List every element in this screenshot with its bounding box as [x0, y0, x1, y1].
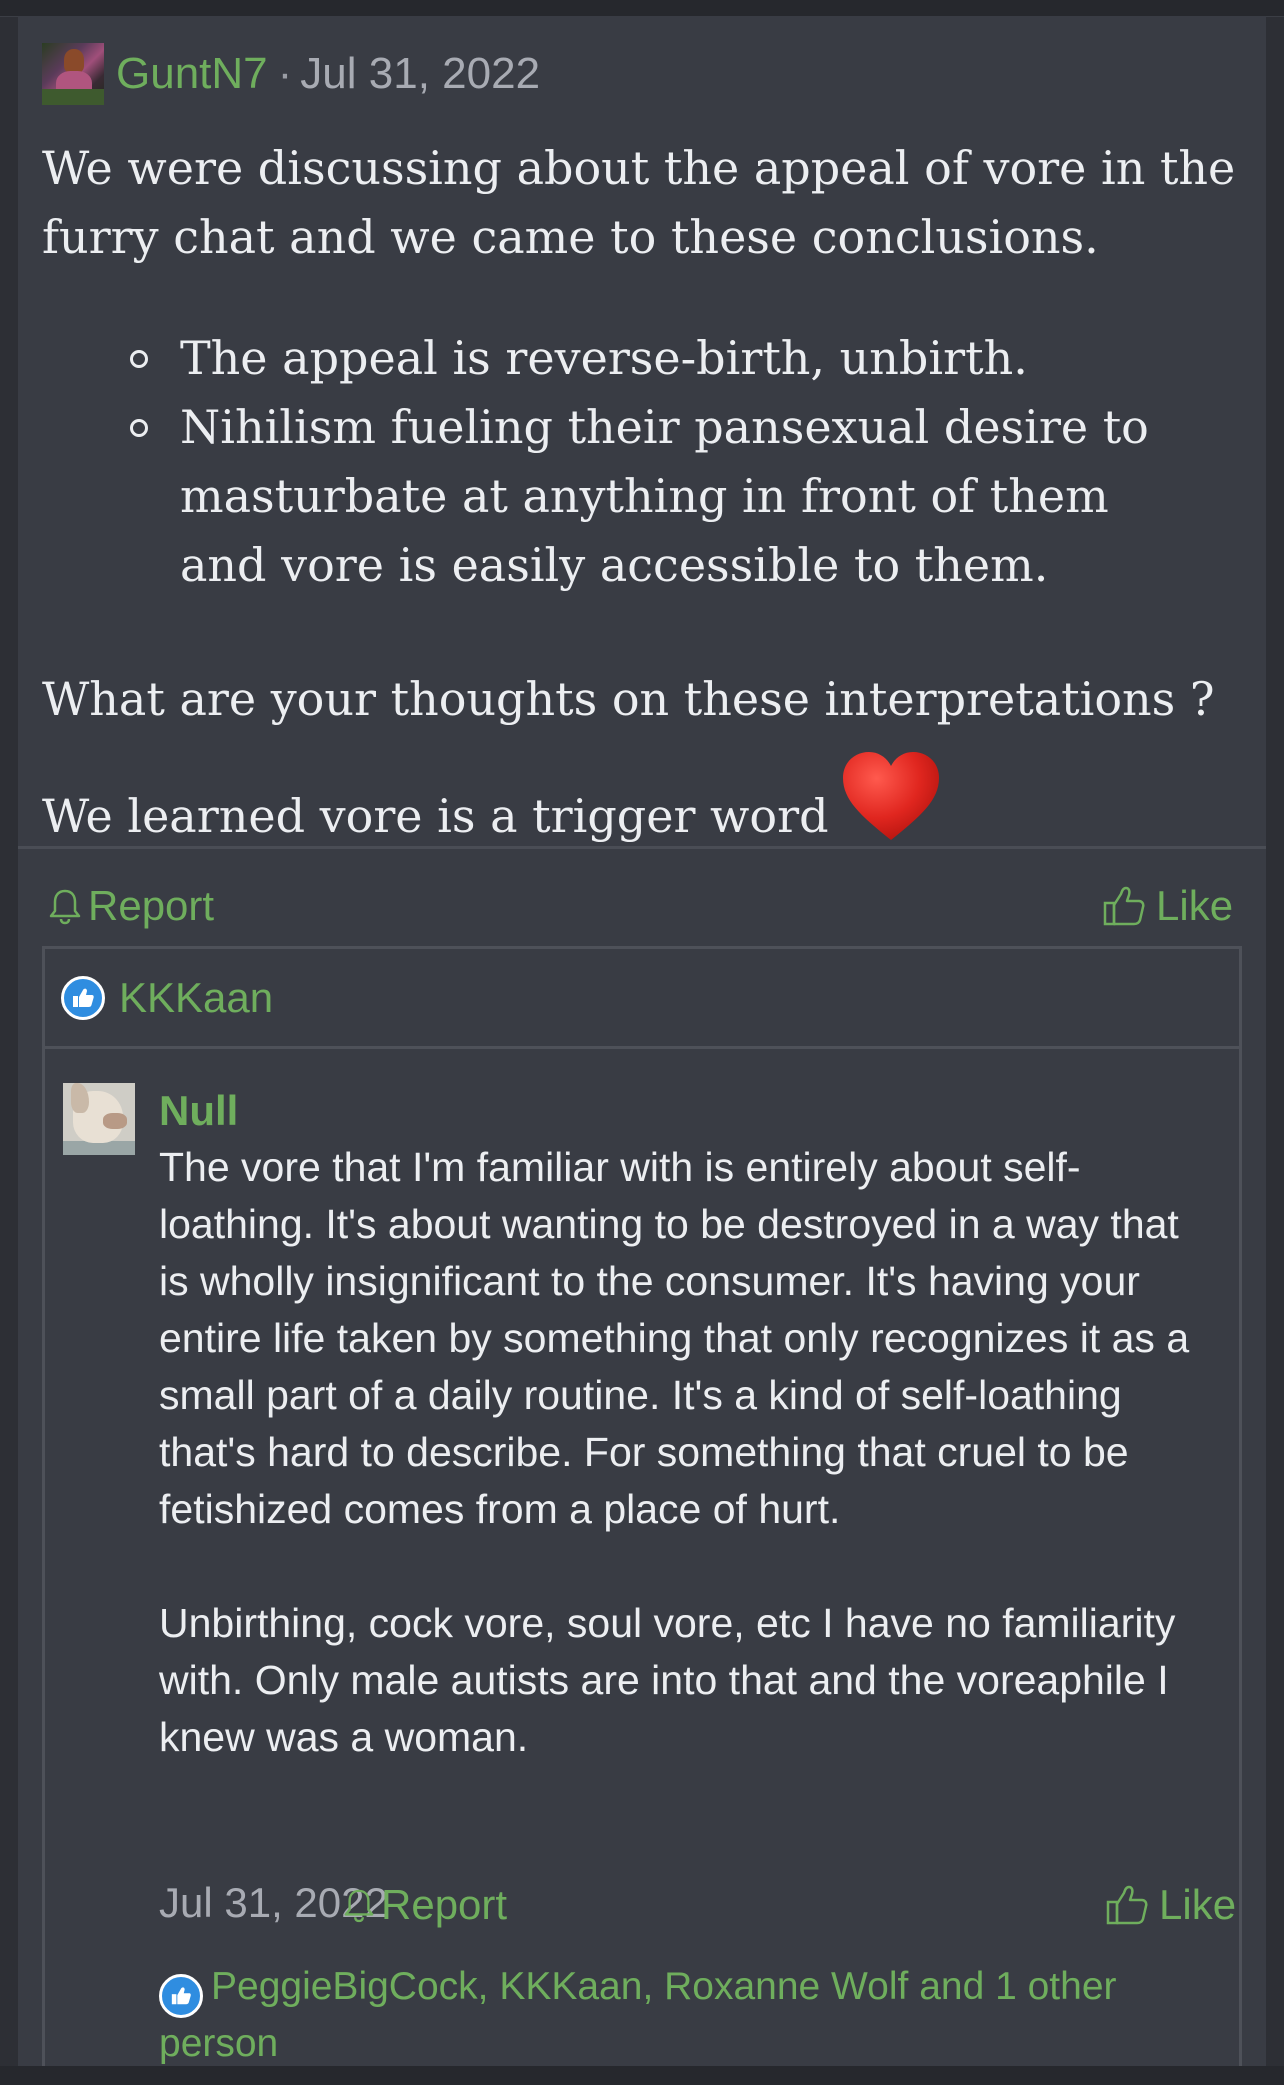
like-label: Like	[1156, 882, 1234, 929]
heart-emoji-icon	[842, 752, 939, 840]
likers-text[interactable]: PeggieBigCock, KKKaan, Roxanne Wolf and …	[159, 1965, 1117, 2065]
post-divider	[18, 846, 1266, 849]
header-separator: ·	[277, 49, 293, 98]
bullet-item: The appeal is reverse-birth, unbirth.	[108, 324, 1188, 393]
bullet-text: The appeal is reverse-birth, unbirth.	[180, 331, 1028, 385]
reply-report-label: Report	[381, 1881, 508, 1928]
quote-liker-header: KKKaan	[45, 949, 1239, 1049]
reply-author-avatar[interactable]	[63, 1083, 135, 1155]
bell-icon	[49, 889, 81, 925]
reply-quote-box: KKKaan Null The vore that I'm familiar w…	[42, 946, 1242, 2085]
post-intro: We were discussing about the appeal of v…	[42, 141, 1236, 264]
reply-likers-list[interactable]: PeggieBigCock, KKKaan, Roxanne Wolf and …	[159, 1961, 1199, 2070]
reply-report-button[interactable]: Report	[343, 1881, 507, 1929]
author-avatar[interactable]	[42, 43, 104, 105]
like-button[interactable]: Like	[1102, 882, 1233, 930]
reply-like-button[interactable]: Like	[1105, 1881, 1236, 1929]
reply-paragraph: Unbirthing, cock vore, soul vore, etc I …	[159, 1600, 1176, 1760]
like-badge-icon	[61, 975, 105, 1020]
thumbs-up-icon	[1103, 886, 1145, 926]
post-closing-text: What are your thoughts on these interpre…	[42, 672, 1215, 843]
reply-like-label: Like	[1159, 1881, 1237, 1928]
post-date[interactable]: Jul 31, 2022	[300, 49, 540, 99]
report-button[interactable]: Report	[48, 882, 214, 930]
bullet-circle-icon	[130, 419, 148, 437]
post-closing: What are your thoughts on these interpre…	[42, 648, 1262, 867]
report-label: Report	[88, 882, 215, 929]
bell-icon	[344, 1889, 374, 1923]
post-bullet-list: The appeal is reverse-birth, unbirth. Ni…	[108, 324, 1188, 600]
bottom-edge	[0, 2066, 1284, 2085]
bullet-text: Nihilism fueling their pansexual desire …	[180, 400, 1149, 592]
like-badge-icon	[159, 1974, 203, 2018]
post-header: GuntN7 · Jul 31, 2022	[42, 42, 540, 106]
bullet-item: Nihilism fueling their pansexual desire …	[108, 393, 1188, 600]
thumbs-up-icon	[1106, 1885, 1148, 1925]
top-edge	[0, 0, 1284, 17]
reply-body: The vore that I'm familiar with is entir…	[159, 1139, 1219, 1823]
forum-post: GuntN7 · Jul 31, 2022 We were discussing…	[18, 16, 1266, 2085]
forum-page: GuntN7 · Jul 31, 2022 We were discussing…	[0, 0, 1284, 2085]
quote-liker-username[interactable]: KKKaan	[119, 974, 273, 1022]
reply-author-username[interactable]: Null	[159, 1087, 238, 1135]
reply-paragraph: The vore that I'm familiar with is entir…	[159, 1144, 1190, 1532]
author-username[interactable]: GuntN7	[116, 49, 268, 99]
bullet-circle-icon	[130, 350, 148, 368]
